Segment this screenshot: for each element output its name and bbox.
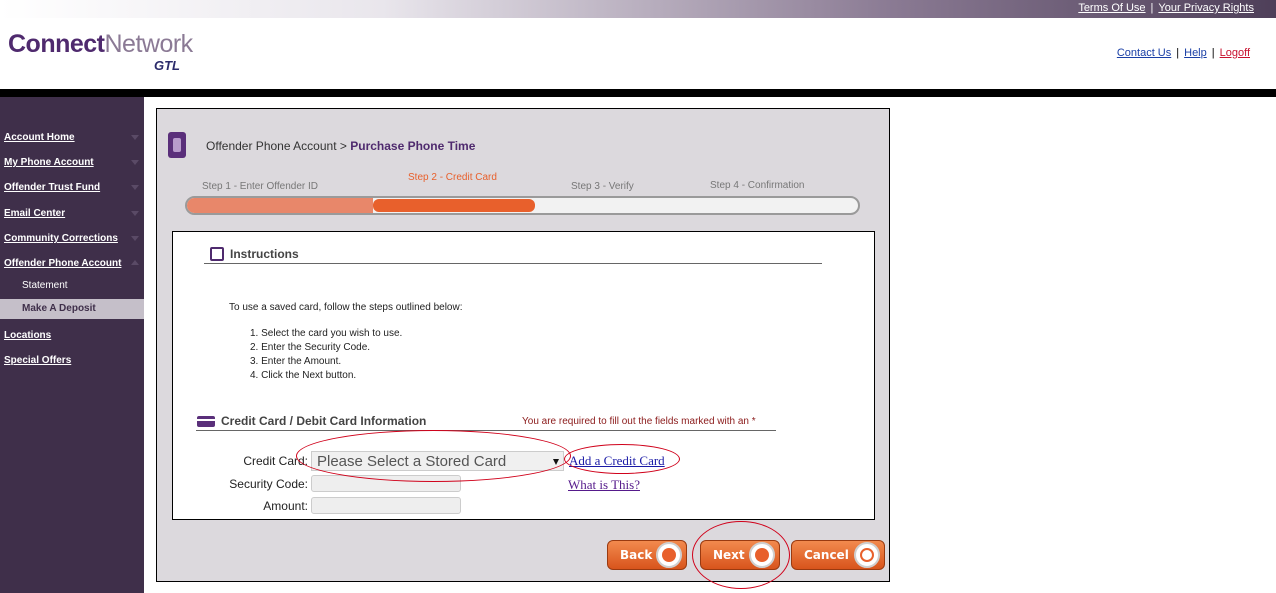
breadcrumb-parent: Offender Phone Account >: [206, 139, 347, 153]
instructions-title: Instructions: [230, 247, 299, 261]
back-arrow-icon: [656, 542, 682, 568]
logo-connect-text: Connect: [8, 30, 105, 58]
highlight-oval-next: [692, 521, 790, 589]
chevron-down-icon[interactable]: [131, 135, 139, 140]
cc-section-title: Credit Card / Debit Card Information: [221, 414, 427, 428]
required-note: You are required to fill out the fields …: [522, 416, 756, 427]
sidebar-item-locations[interactable]: Locations: [4, 330, 51, 341]
header-separator: |: [1211, 47, 1215, 59]
header-separator: |: [1176, 47, 1180, 59]
sidebar-item-account-home[interactable]: Account Home: [4, 132, 75, 143]
sidebar-item-email-center[interactable]: Email Center: [4, 208, 65, 219]
sidebar-subitem-make-a-deposit[interactable]: Make A Deposit: [0, 299, 144, 319]
sidebar-item-community-corrections[interactable]: Community Corrections: [4, 233, 118, 244]
terms-of-use-link[interactable]: Terms Of Use: [1078, 2, 1145, 14]
credit-card-label: Credit Card:: [243, 454, 308, 468]
instruction-step: 2. Enter the Security Code.: [250, 342, 371, 353]
instruction-step: 1. Select the card you wish to use.: [250, 328, 403, 339]
wizard-step-4: Step 4 - Confirmation: [710, 180, 805, 191]
sidebar-item-offender-trust-fund[interactable]: Offender Trust Fund: [4, 182, 100, 193]
privacy-rights-link[interactable]: Your Privacy Rights: [1158, 2, 1254, 14]
sidebar-item-offender-phone-account[interactable]: Offender Phone Account: [4, 258, 121, 269]
highlight-oval-add-card: [564, 444, 680, 474]
chevron-up-icon[interactable]: [131, 260, 139, 265]
instruction-step: 3. Enter the Amount.: [250, 356, 342, 367]
progress-fill-current: [373, 199, 535, 212]
credit-card-icon: [197, 416, 215, 427]
connectnetwork-logo[interactable]: ConnectNetwork GTL: [8, 30, 194, 73]
top-separator: |: [1150, 2, 1154, 14]
sidebar-subitem-statement[interactable]: Statement: [0, 276, 144, 296]
help-link[interactable]: Help: [1184, 47, 1207, 59]
wizard-step-1: Step 1 - Enter Offender ID: [202, 181, 318, 192]
header-divider: [0, 89, 1276, 97]
logo-network-text: Network: [104, 30, 194, 58]
back-button-label: Back: [620, 548, 653, 562]
chevron-down-icon[interactable]: [131, 185, 139, 190]
header-links: Contact Us | Help | Logoff: [1117, 47, 1250, 59]
amount-input[interactable]: [311, 497, 461, 514]
logo-gtl-text: GTL: [154, 58, 180, 73]
cancel-button-label: Cancel: [804, 548, 849, 562]
divider: [196, 430, 776, 431]
contact-us-link[interactable]: Contact Us: [1117, 47, 1171, 59]
instructions-steps: 1. Select the card you wish to use. 2. E…: [250, 327, 402, 383]
chevron-down-icon[interactable]: [131, 211, 139, 216]
instruction-step: 4. Click the Next button.: [250, 370, 357, 381]
highlight-oval-card-select: [296, 430, 571, 482]
cancel-button[interactable]: Cancel: [791, 540, 885, 570]
back-button[interactable]: Back: [607, 540, 687, 570]
breadcrumb-current: Purchase Phone Time: [350, 139, 476, 153]
logoff-link[interactable]: Logoff: [1220, 47, 1250, 59]
cancel-icon: [854, 542, 880, 568]
chevron-down-icon[interactable]: [131, 160, 139, 165]
progress-fill-completed: [187, 198, 373, 213]
instructions-intro: To use a saved card, follow the steps ou…: [229, 302, 463, 313]
divider: [204, 263, 822, 264]
security-code-label: Security Code:: [229, 477, 308, 491]
phone-icon: [168, 132, 186, 158]
edit-icon: [210, 247, 224, 261]
top-links: Terms Of Use | Your Privacy Rights: [1078, 2, 1254, 14]
sidebar-item-special-offers[interactable]: Special Offers: [4, 355, 71, 366]
what-is-this-link[interactable]: What is This?: [568, 477, 640, 493]
wizard-step-2: Step 2 - Credit Card: [408, 172, 497, 183]
amount-label: Amount:: [263, 499, 308, 513]
breadcrumb: Offender Phone Account > Purchase Phone …: [206, 139, 475, 153]
sidebar-item-my-phone-account[interactable]: My Phone Account: [4, 157, 94, 168]
wizard-step-3: Step 3 - Verify: [571, 181, 634, 192]
sidebar: [0, 97, 144, 593]
chevron-down-icon[interactable]: [131, 236, 139, 241]
wizard-progress-bar: [185, 196, 860, 215]
